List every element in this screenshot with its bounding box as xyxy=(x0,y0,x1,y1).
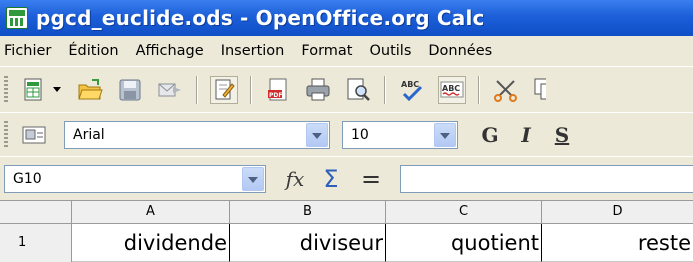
underline-button[interactable]: S xyxy=(546,121,578,149)
title-bar: pgcd_euclide.ods - OpenOffice.org Calc xyxy=(0,0,693,36)
italic-button[interactable]: I xyxy=(510,121,542,149)
select-all-corner[interactable] xyxy=(0,201,72,223)
open-icon[interactable] xyxy=(76,76,104,104)
column-header-c[interactable]: C xyxy=(386,201,542,223)
cell-reference: G10 xyxy=(13,170,42,187)
chevron-down-icon[interactable] xyxy=(242,166,264,191)
spreadsheet-grid: A B C D 1 dividende diviseur quotient re… xyxy=(0,200,693,262)
window-title: pgcd_euclide.ods - OpenOffice.org Calc xyxy=(36,6,485,30)
print-icon[interactable] xyxy=(304,76,332,104)
sum-icon[interactable]: Σ xyxy=(316,165,346,193)
standard-toolbar: PDF ABC ABC xyxy=(0,66,693,112)
function-wizard-icon[interactable]: fx xyxy=(280,165,310,193)
column-header-row: A B C D xyxy=(0,200,693,224)
cell-b1[interactable]: diviseur xyxy=(230,224,386,262)
svg-text:ABC: ABC xyxy=(442,84,460,93)
autospellcheck-icon[interactable]: ABC xyxy=(438,75,466,104)
new-icon[interactable] xyxy=(20,76,48,104)
menu-insertion[interactable]: Insertion xyxy=(221,43,285,59)
font-size-value: 10 xyxy=(351,126,369,143)
toolbar-separator xyxy=(196,75,198,104)
toolbar-separator xyxy=(478,75,480,104)
styles-icon[interactable] xyxy=(20,121,48,149)
toolbar-separator xyxy=(250,75,252,104)
menu-fichier[interactable]: Fichier xyxy=(4,43,51,59)
export-pdf-icon[interactable]: PDF xyxy=(264,76,292,104)
svg-text:PDF: PDF xyxy=(269,92,282,99)
menu-outils[interactable]: Outils xyxy=(369,43,411,59)
save-icon[interactable] xyxy=(116,76,144,104)
column-header-d[interactable]: D xyxy=(542,201,693,223)
calc-app-icon xyxy=(6,7,28,29)
copy-icon[interactable] xyxy=(532,76,546,104)
spellcheck-icon[interactable]: ABC xyxy=(398,76,426,104)
menu-edition[interactable]: Édition xyxy=(68,43,118,59)
toolbar-grip[interactable] xyxy=(4,120,8,149)
cut-icon[interactable] xyxy=(492,76,520,104)
formula-bar: G10 fx Σ = xyxy=(0,156,693,200)
chevron-down-icon[interactable] xyxy=(434,122,456,147)
menu-donnees[interactable]: Données xyxy=(428,43,492,59)
formatting-toolbar: Arial 10 G I S xyxy=(0,112,693,156)
svg-text:ABC: ABC xyxy=(401,80,419,89)
bold-button[interactable]: G xyxy=(474,121,506,149)
font-name-combo[interactable]: Arial xyxy=(64,120,330,149)
cell-c1[interactable]: quotient xyxy=(386,224,542,262)
table-row: 1 dividende diviseur quotient reste xyxy=(0,224,693,262)
font-size-combo[interactable]: 10 xyxy=(342,120,458,149)
name-box[interactable]: G10 xyxy=(4,164,266,193)
toolbar-separator xyxy=(384,75,386,104)
menu-format[interactable]: Format xyxy=(301,43,352,59)
chevron-down-icon[interactable] xyxy=(50,76,64,104)
menu-bar: Fichier Édition Affichage Insertion Form… xyxy=(0,36,693,66)
chevron-down-icon[interactable] xyxy=(306,122,328,147)
menu-affichage[interactable]: Affichage xyxy=(136,43,204,59)
column-header-b[interactable]: B xyxy=(230,201,386,223)
toolbar-grip[interactable] xyxy=(4,75,8,104)
formula-input[interactable] xyxy=(400,164,693,193)
send-mail-icon[interactable] xyxy=(156,76,184,104)
page-preview-icon[interactable] xyxy=(344,76,372,104)
font-name-value: Arial xyxy=(73,126,105,143)
cell-a1[interactable]: dividende xyxy=(72,224,230,262)
column-header-a[interactable]: A xyxy=(72,201,230,223)
row-header-1[interactable]: 1 xyxy=(0,224,72,262)
function-icon[interactable]: = xyxy=(356,165,386,193)
cell-d1[interactable]: reste xyxy=(542,224,693,262)
edit-file-icon[interactable] xyxy=(210,75,238,104)
